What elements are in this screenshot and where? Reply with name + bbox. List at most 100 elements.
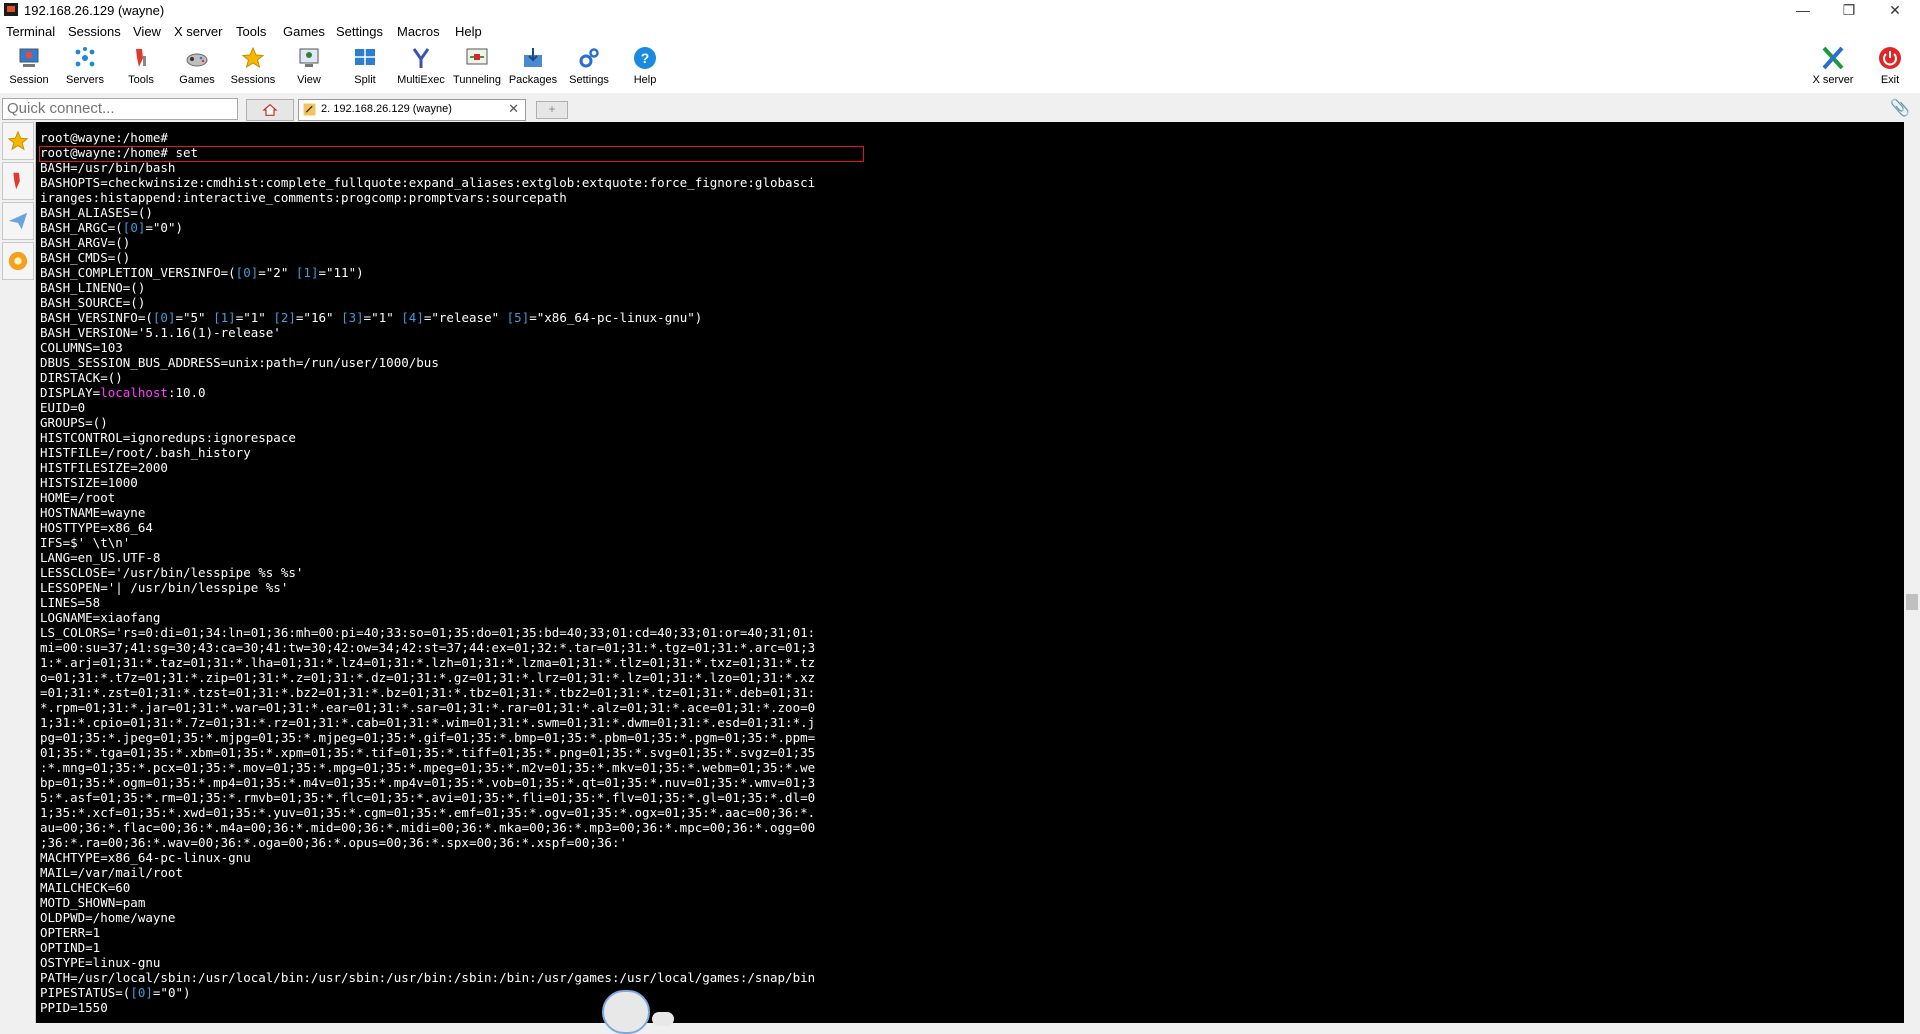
terminal-line: OLDPWD=/home/wayne (40, 910, 176, 925)
scrollbar-thumb[interactable] (1906, 594, 1918, 610)
terminal-scrollbar[interactable] (1904, 122, 1920, 1023)
terminal-line: BASH_ARGV=() (40, 235, 131, 250)
multiexec-button[interactable]: MultiExec (393, 44, 449, 92)
paperclip-icon[interactable]: 📎 (1890, 98, 1910, 118)
terminal-line: o=01;31:*.t7z=01;31:*.zip=01;31:*.z=01;3… (40, 670, 816, 685)
terminal-line: HOME=/root (40, 490, 116, 505)
games-button[interactable]: Games (169, 44, 225, 92)
terminal-line: LOGNAME=xiaofang (40, 610, 161, 625)
terminal-line: au=00;36:*.flac=00;36:*.m4a=00;36:*.mid=… (40, 820, 816, 835)
terminal-line: BASH_CMDS=() (40, 250, 131, 265)
minimize-button[interactable]: — (1780, 0, 1826, 20)
terminal-line: pg=01;35:*.jpeg=01;35:*.mjpg=01;35:*.mjp… (40, 730, 816, 745)
terminal-line: HISTFILESIZE=2000 (40, 460, 168, 475)
terminal-output: root@wayne:/home# root@wayne:/home# set BA… (40, 130, 815, 1015)
terminal-line: BASH_LINENO=() (40, 280, 146, 295)
terminal-line: 1;31:*.cpio=01;31:*.7z=01;31:*.rz=01;31:… (40, 715, 816, 730)
send-icon (8, 212, 28, 230)
star-icon (7, 130, 29, 151)
tab-label: 2. 192.168.26.129 (wayne) (321, 103, 452, 115)
session-button[interactable]: Session (1, 44, 57, 92)
tools-side-icon (13, 172, 20, 190)
xserver-icon (1822, 46, 1844, 70)
terminal-line: MACHTYPE=x86_64-pc-linux-gnu (40, 850, 251, 865)
tunneling-icon (466, 48, 488, 65)
new-tab-button[interactable]: + (536, 101, 568, 119)
menu-settings[interactable]: Settings (336, 24, 383, 39)
sidebar-sessions-tab[interactable] (2, 122, 34, 160)
terminal-line: PATH=/usr/local/sbin:/usr/local/bin:/usr… (40, 970, 816, 985)
terminal-line: 1;35:*.xcf=01;35:*.xwd=01;35:*.yuv=01;35… (40, 805, 816, 820)
terminal-line: MOTD_SHOWN=pam (40, 895, 146, 910)
terminal-line: LESSOPEN='| /usr/bin/lesspipe %s' (40, 580, 289, 595)
terminal-line: 01;35:*.tga=01;35:*.xbm=01;35:*.xpm=01;3… (40, 745, 816, 760)
toolbar: Session Servers Tools Games Sessions Vie… (0, 42, 1920, 93)
packages-icon (524, 48, 542, 67)
terminal-line: OPTERR=1 (40, 925, 101, 940)
terminal-line: LANG=en_US.UTF-8 (40, 550, 161, 565)
settings-button[interactable]: Settings (561, 44, 617, 92)
tools-button[interactable]: Tools (113, 44, 169, 92)
menu-tools[interactable]: Tools (236, 24, 266, 39)
xserver-button[interactable]: X server (1805, 44, 1861, 92)
title-bar: 192.168.26.129 (wayne) — ❐ ✕ (0, 0, 1920, 20)
terminal-line: OSTYPE=linux-gnu (40, 955, 161, 970)
terminal-line: EUID=0 (40, 400, 86, 415)
menu-xserver[interactable]: X server (174, 24, 222, 39)
menu-macros[interactable]: Macros (397, 24, 440, 39)
tunneling-button[interactable]: Tunneling (449, 44, 505, 92)
menu-view[interactable]: View (133, 24, 161, 39)
exit-icon (1879, 47, 1901, 69)
terminal-line: *.rpm=01;31:*.jar=01;31:*.war=01;31:*.ea… (40, 700, 816, 715)
tools-icon (136, 49, 146, 67)
terminal-tab-icon (303, 103, 316, 116)
sidebar-sftp-tab[interactable] (2, 202, 34, 240)
menu-terminal[interactable]: Terminal (6, 24, 55, 39)
close-window-button[interactable]: ✕ (1872, 0, 1918, 20)
terminal-line: BASH=/usr/bin/bash (40, 160, 176, 175)
terminal-line: LINES=58 (40, 595, 101, 610)
terminal-line: DISPLAY=localhost:10.0 (40, 385, 206, 400)
tab-close-button[interactable]: ✕ (508, 101, 519, 117)
servers-button[interactable]: Servers (57, 44, 113, 92)
terminal-area[interactable]: root@wayne:/home# root@wayne:/home# set BA… (36, 122, 1904, 1023)
terminal-line: =01;31:*.zst=01;31:*.tzst=01;31:*.bz2=01… (40, 685, 816, 700)
terminal-line: BASH_ARGC=([0]="0") (40, 220, 184, 235)
terminal-line: OPTIND=1 (40, 940, 101, 955)
terminal-line: LESSCLOSE='/usr/bin/lesspipe %s %s' (40, 565, 304, 580)
quick-connect-box (2, 98, 238, 120)
terminal-line: :*.mng=01;35:*.pcx=01;35:*.mov=01;35:*.m… (40, 760, 816, 775)
sidebar-macros-tab[interactable] (2, 242, 34, 280)
quick-connect-input[interactable] (3, 99, 237, 117)
terminal-line: GROUPS=() (40, 415, 108, 430)
terminal-line: ;36:*.ra=00;36:*.wav=00;36:*.oga=00;36:*… (40, 835, 627, 850)
restore-button[interactable]: ❐ (1826, 0, 1872, 20)
terminal-line: IFS=$' \t\n' (40, 535, 131, 550)
split-button[interactable]: Split (337, 44, 393, 92)
terminal-line: BASHOPTS=checkwinsize:cmdhist:complete_f… (40, 175, 816, 190)
packages-button[interactable]: Packages (505, 44, 561, 92)
terminal-line: BASH_ALIASES=() (40, 205, 153, 220)
exit-button[interactable]: Exit (1862, 44, 1918, 92)
floating-assistant-avatar[interactable] (602, 990, 650, 1034)
sidebar-tools-tab[interactable] (2, 162, 34, 200)
view-button[interactable]: View (281, 44, 337, 92)
menu-bar: Terminal Sessions View X server Tools Ga… (0, 20, 1920, 42)
terminal-line: iranges:histappend:interactive_comments:… (40, 190, 567, 205)
tab-session-2[interactable]: 2. 192.168.26.129 (wayne) ✕ (298, 99, 526, 121)
terminal-line: HOSTTYPE=x86_64 (40, 520, 153, 535)
terminal-line: LS_COLORS='rs=0:di=01;34:ln=01;36:mh=00:… (40, 625, 816, 640)
menu-sessions[interactable]: Sessions (68, 24, 121, 39)
multiexec-icon (412, 48, 430, 68)
sessions-icon (241, 46, 265, 69)
menu-help[interactable]: Help (455, 24, 482, 39)
help-button[interactable]: ? Help (617, 44, 673, 92)
menu-games[interactable]: Games (283, 24, 325, 39)
terminal-line: BASH_VERSION='5.1.16(1)-release' (40, 325, 281, 340)
home-tab[interactable] (246, 99, 294, 121)
terminal-line: DBUS_SESSION_BUS_ADDRESS=unix:path=/run/… (40, 355, 439, 370)
terminal-line: MAIL=/var/mail/root (40, 865, 183, 880)
servers-icon (75, 47, 95, 67)
tab-bar: 2. 192.168.26.129 (wayne) ✕ + 📎 (0, 95, 1920, 122)
sessions-button[interactable]: Sessions (225, 44, 281, 92)
